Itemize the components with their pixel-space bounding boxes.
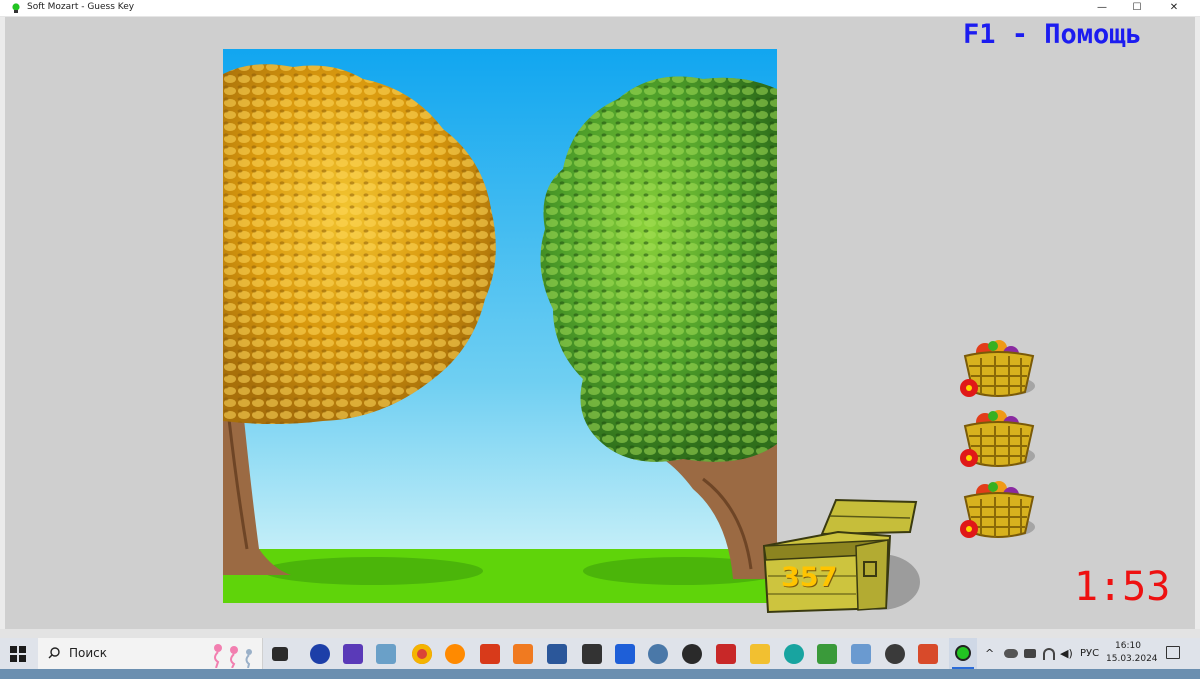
- soft-mozart-app-icon: [12, 3, 20, 13]
- cloud-icon[interactable]: [1004, 649, 1018, 658]
- search-icon: [48, 647, 60, 659]
- window-title: Soft Mozart - Guess Key: [27, 2, 135, 12]
- word-icon[interactable]: [547, 644, 567, 664]
- app-icon-9[interactable]: [716, 644, 736, 664]
- task-view-icon[interactable]: [272, 647, 288, 661]
- search-app-icon[interactable]: [445, 644, 465, 664]
- app-icon-1[interactable]: [310, 644, 330, 664]
- notification-icon[interactable]: [1166, 646, 1180, 659]
- fruit-basket-icon: [960, 340, 1035, 397]
- edge-icon[interactable]: [784, 644, 804, 664]
- fruit-basket-icon: [960, 481, 1035, 538]
- fruit-basket-icon: [960, 410, 1035, 467]
- treasure-chest-icon[interactable]: [760, 496, 930, 616]
- help-hint: F1 - Помощь: [963, 19, 1142, 50]
- chest-score: 357: [781, 562, 838, 593]
- app-icon-11[interactable]: [851, 644, 871, 664]
- app-icon-3[interactable]: [376, 644, 396, 664]
- app-icon-5[interactable]: [582, 644, 602, 664]
- clock-time: 16:10: [1115, 641, 1141, 651]
- chevron-up-icon[interactable]: ^: [985, 647, 997, 660]
- clock-date: 15.03.2024: [1106, 654, 1158, 664]
- minimize-button[interactable]: —: [1083, 0, 1121, 16]
- taskbar: Поиск ^ ◀) РУС 16:10 15.03.2024: [0, 638, 1200, 669]
- close-button[interactable]: ✕: [1155, 0, 1193, 16]
- active-app-soft-mozart[interactable]: [949, 638, 977, 669]
- wifi-icon[interactable]: [1043, 648, 1055, 660]
- app-icon-6[interactable]: [615, 644, 635, 664]
- system-clock[interactable]: 16:10 15.03.2024: [1106, 640, 1158, 666]
- app-icon-2[interactable]: [343, 644, 363, 664]
- soft-mozart-icon: [955, 645, 971, 661]
- title-bar[interactable]: Soft Mozart - Guess Key — ☐ ✕: [0, 0, 1200, 17]
- media-player-icon[interactable]: [513, 644, 533, 664]
- settings-icon[interactable]: [885, 644, 905, 664]
- app-icon-12[interactable]: [918, 644, 938, 664]
- tree-scene-image[interactable]: [223, 49, 777, 603]
- maximize-button[interactable]: ☐: [1118, 0, 1156, 16]
- chrome-icon[interactable]: [412, 644, 432, 664]
- flamingo-search-highlight-icon[interactable]: [204, 640, 262, 668]
- app-window: Soft Mozart - Guess Key — ☐ ✕ F1 - Помощ…: [0, 0, 1200, 638]
- language-indicator[interactable]: РУС: [1080, 648, 1099, 679]
- window-frame-bottom: [0, 629, 1200, 638]
- volume-icon[interactable]: ◀): [1060, 647, 1074, 660]
- file-explorer-icon[interactable]: [750, 644, 770, 664]
- app-icon-10[interactable]: [817, 644, 837, 664]
- countdown-timer: 1:53: [1074, 564, 1171, 610]
- window-frame-right: [1195, 17, 1200, 629]
- app-icon-4[interactable]: [480, 644, 500, 664]
- search-placeholder: Поиск: [69, 646, 108, 660]
- app-icon-8[interactable]: [682, 644, 702, 664]
- app-icon-7[interactable]: [648, 644, 668, 664]
- battery-icon[interactable]: [1024, 649, 1036, 658]
- windows-start-icon[interactable]: [10, 646, 26, 662]
